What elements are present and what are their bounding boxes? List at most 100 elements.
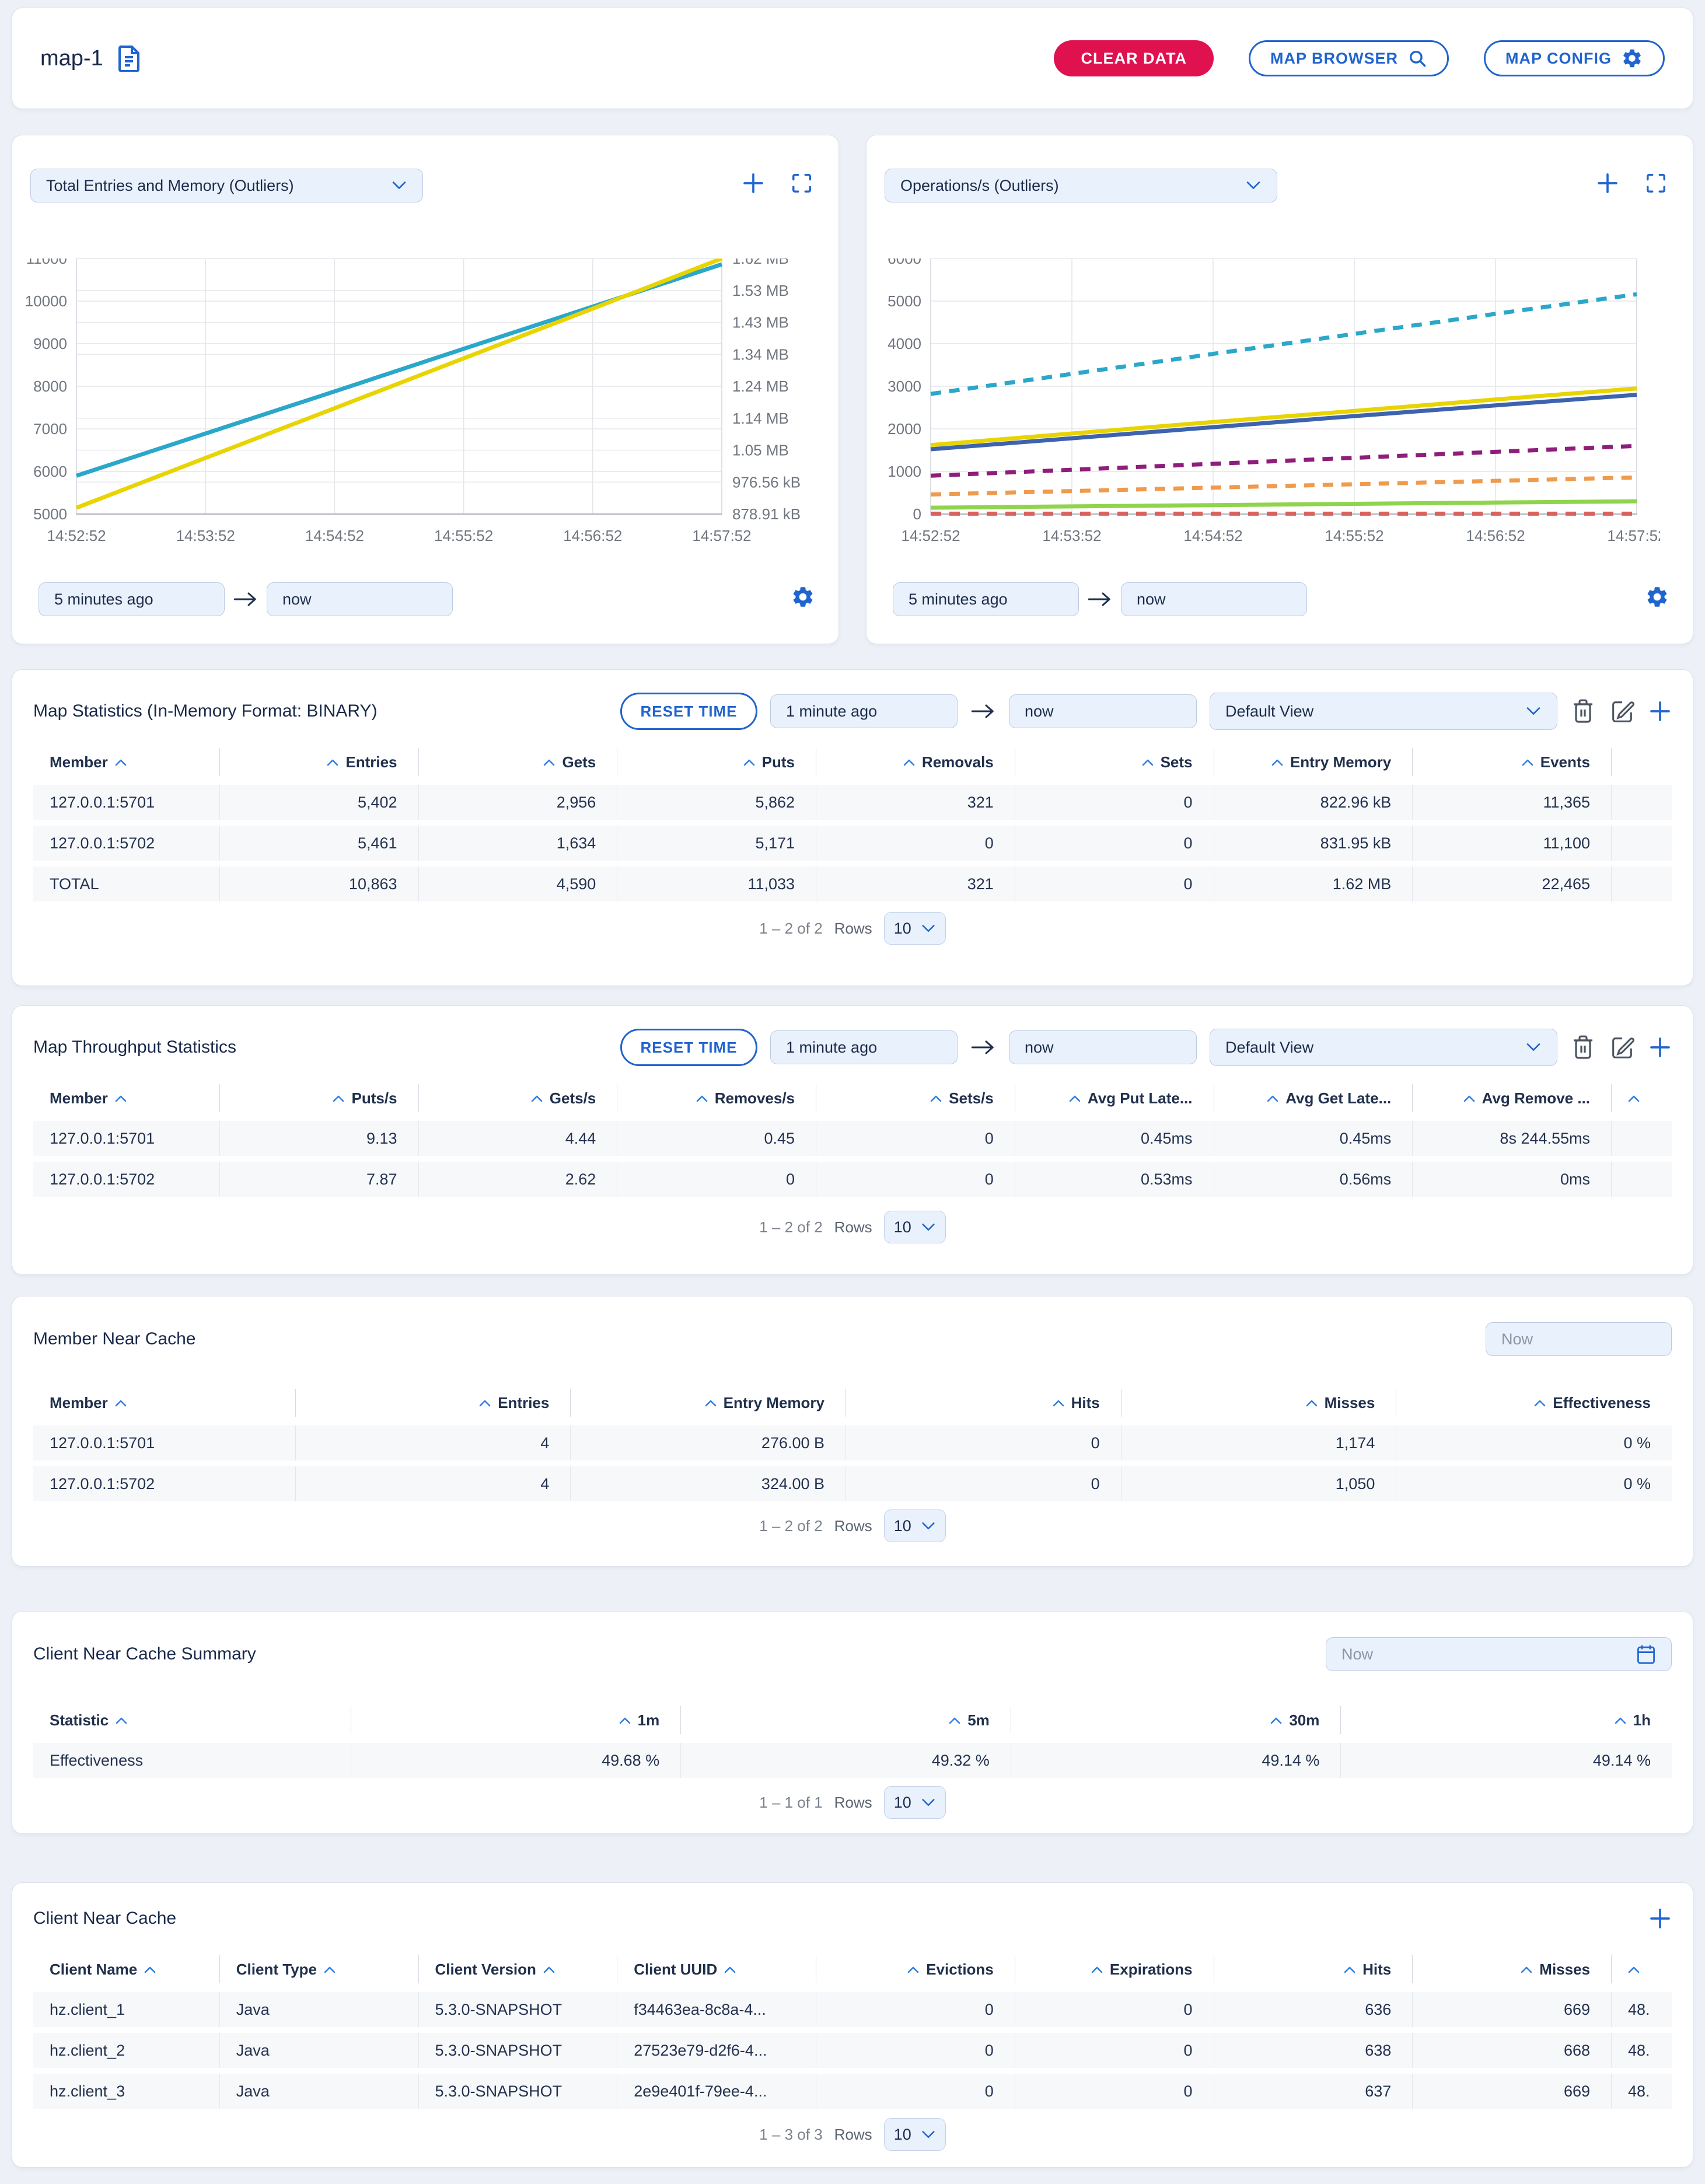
page-size-select[interactable]: 10 xyxy=(884,912,946,945)
column-header-entries[interactable]: Entries xyxy=(296,1389,571,1417)
column-header-member[interactable]: Member xyxy=(33,1084,220,1112)
column-label: 1h xyxy=(1633,1711,1651,1729)
page-size-select[interactable]: 10 xyxy=(884,2118,946,2151)
sort-caret-icon xyxy=(144,1966,156,1973)
column-header-avg-remove-[interactable]: Avg Remove ... xyxy=(1413,1084,1612,1112)
map-document-icon[interactable] xyxy=(117,45,141,72)
column-header-misses[interactable]: Misses xyxy=(1121,1389,1397,1417)
column-header-removals[interactable]: Removals xyxy=(816,748,1015,776)
column-header-member[interactable]: Member xyxy=(33,748,220,776)
column-header-client-uuid[interactable]: Client UUID xyxy=(617,1955,816,1983)
column-header-member[interactable]: Member xyxy=(33,1389,296,1417)
column-header-blank[interactable] xyxy=(1612,1955,1672,1983)
column-header-sets-s[interactable]: Sets/s xyxy=(816,1084,1015,1112)
sort-caret-icon xyxy=(1521,1966,1532,1973)
column-header-5m[interactable]: 5m xyxy=(681,1706,1011,1734)
chart-settings-gear-icon[interactable] xyxy=(1645,585,1669,612)
add-chart-icon[interactable] xyxy=(742,172,765,195)
page-size-select[interactable]: 10 xyxy=(884,1786,946,1819)
time-to-input[interactable]: now xyxy=(1009,1030,1197,1064)
chart-metric-select[interactable]: Operations/s (Outliers) xyxy=(885,169,1277,202)
table-cell: 669 xyxy=(1413,2074,1612,2109)
time-to-input[interactable]: now xyxy=(1009,694,1197,728)
column-header-effectiveness[interactable]: Effectiveness xyxy=(1396,1389,1672,1417)
svg-text:1.62 MB: 1.62 MB xyxy=(732,258,789,267)
column-header-avg-get-late-[interactable]: Avg Get Late... xyxy=(1214,1084,1413,1112)
time-to-input[interactable]: now xyxy=(267,582,453,616)
column-header-statistic[interactable]: Statistic xyxy=(33,1706,351,1734)
column-header-puts-s[interactable]: Puts/s xyxy=(220,1084,419,1112)
add-view-icon[interactable] xyxy=(1648,1036,1672,1059)
svg-text:14:53:52: 14:53:52 xyxy=(1042,527,1101,544)
page-size-select[interactable]: 10 xyxy=(884,1509,946,1542)
column-label: Removes/s xyxy=(715,1089,795,1107)
page-size-value: 10 xyxy=(894,2126,911,2144)
column-header-gets-s[interactable]: Gets/s xyxy=(419,1084,618,1112)
column-header-hits[interactable]: Hits xyxy=(1214,1955,1413,1983)
column-header-puts[interactable]: Puts xyxy=(617,748,816,776)
reset-time-button[interactable]: RESET TIME xyxy=(620,1029,757,1066)
chart-metric-label: Operations/s (Outliers) xyxy=(900,177,1059,195)
chart-metric-select[interactable]: Total Entries and Memory (Outliers) xyxy=(30,169,423,202)
svg-text:14:52:52: 14:52:52 xyxy=(901,527,960,544)
column-header-avg-put-late-[interactable]: Avg Put Late... xyxy=(1015,1084,1214,1112)
time-now-input[interactable]: Now xyxy=(1486,1322,1672,1356)
time-from-input[interactable]: 5 minutes ago xyxy=(893,582,1079,616)
time-from-input[interactable]: 1 minute ago xyxy=(770,694,958,728)
column-header-client-version[interactable]: Client Version xyxy=(419,1955,618,1983)
table-cell: 0 xyxy=(816,2074,1015,2109)
time-from-input[interactable]: 5 minutes ago xyxy=(39,582,225,616)
column-header-blank[interactable] xyxy=(1612,1084,1672,1112)
svg-text:1.53 MB: 1.53 MB xyxy=(732,282,789,299)
column-header-client-name[interactable]: Client Name xyxy=(33,1955,220,1983)
column-label: Removals xyxy=(922,753,994,771)
reset-time-button[interactable]: RESET TIME xyxy=(620,693,757,730)
edit-view-icon[interactable] xyxy=(1609,1034,1636,1061)
view-select[interactable]: Default View xyxy=(1210,693,1557,730)
line-chart: 600050004000300020001000014:52:5214:53:5… xyxy=(867,258,1660,550)
time-now-input[interactable]: Now xyxy=(1326,1637,1672,1671)
column-header-hits[interactable]: Hits xyxy=(846,1389,1121,1417)
table-cell: 9.13 xyxy=(220,1121,419,1156)
table-row: 127.0.0.1:57019.134.440.4500.45ms0.45ms8… xyxy=(33,1121,1672,1156)
column-header-1m[interactable]: 1m xyxy=(351,1706,682,1734)
time-to-input[interactable]: now xyxy=(1121,582,1307,616)
chart-settings-gear-icon[interactable] xyxy=(791,585,815,612)
table-cell: Java xyxy=(220,2074,419,2109)
page-size-select[interactable]: 10 xyxy=(884,1211,946,1243)
column-header-1h[interactable]: 1h xyxy=(1341,1706,1672,1734)
add-view-icon[interactable] xyxy=(1648,700,1672,723)
table-cell: 0 % xyxy=(1396,1466,1672,1501)
column-header-client-type[interactable]: Client Type xyxy=(220,1955,419,1983)
column-header-evictions[interactable]: Evictions xyxy=(816,1955,1015,1983)
column-header-gets[interactable]: Gets xyxy=(419,748,618,776)
add-chart-icon[interactable] xyxy=(1596,172,1619,195)
column-header-misses[interactable]: Misses xyxy=(1413,1955,1612,1983)
section-title: Client Near Cache xyxy=(33,1909,176,1928)
column-header-entries[interactable]: Entries xyxy=(220,748,419,776)
edit-view-icon[interactable] xyxy=(1609,698,1636,725)
column-header-entry-memory[interactable]: Entry Memory xyxy=(571,1389,846,1417)
add-column-icon[interactable] xyxy=(1648,1907,1672,1930)
time-from-input[interactable]: 1 minute ago xyxy=(770,1030,958,1064)
column-header-events[interactable]: Events xyxy=(1413,748,1612,776)
view-select[interactable]: Default View xyxy=(1210,1029,1557,1066)
column-header-removes-s[interactable]: Removes/s xyxy=(617,1084,816,1112)
table-cell: 668 xyxy=(1413,2033,1612,2068)
column-header-expirations[interactable]: Expirations xyxy=(1015,1955,1214,1983)
table-cell: 636 xyxy=(1214,1992,1413,2027)
column-header-sets[interactable]: Sets xyxy=(1015,748,1214,776)
table-cell: 4 xyxy=(296,1466,571,1501)
column-header-30m[interactable]: 30m xyxy=(1011,1706,1341,1734)
clear-data-button[interactable]: CLEAR DATA xyxy=(1054,40,1213,76)
column-label: Client UUID xyxy=(634,1961,717,1979)
fullscreen-icon[interactable] xyxy=(791,172,813,194)
map-browser-button[interactable]: MAP BROWSER xyxy=(1249,40,1449,76)
map-config-button[interactable]: MAP CONFIG xyxy=(1484,40,1665,76)
column-header-entry-memory[interactable]: Entry Memory xyxy=(1214,748,1413,776)
delete-view-icon[interactable] xyxy=(1570,1033,1596,1061)
fullscreen-icon[interactable] xyxy=(1645,172,1667,194)
svg-text:878.91 kB: 878.91 kB xyxy=(732,505,801,523)
column-header-blank[interactable] xyxy=(1612,748,1672,776)
delete-view-icon[interactable] xyxy=(1570,697,1596,725)
